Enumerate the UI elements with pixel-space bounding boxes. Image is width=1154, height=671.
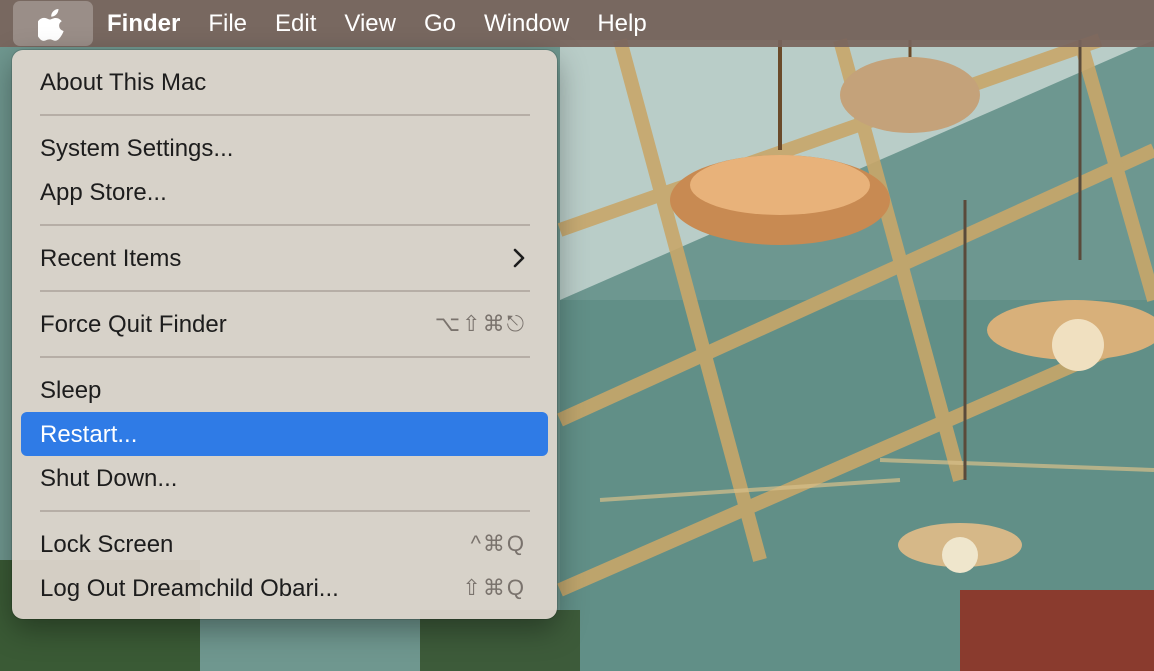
menu-separator xyxy=(40,356,530,358)
menu-item-label: Restart... xyxy=(40,421,138,448)
menu-item-sleep[interactable]: Sleep xyxy=(21,368,548,412)
menu-separator xyxy=(40,224,530,226)
menu-item-label: Lock Screen xyxy=(40,531,174,558)
menu-window[interactable]: Window xyxy=(477,1,576,46)
menu-separator xyxy=(40,510,530,512)
menu-item-label: Sleep xyxy=(40,377,102,404)
menu-go[interactable]: Go xyxy=(417,1,463,46)
menu-item-app-store[interactable]: App Store... xyxy=(21,170,548,214)
menu-item-label: Log Out Dreamchild Obari... xyxy=(40,575,339,602)
chevron-right-icon xyxy=(513,248,525,268)
menu-view[interactable]: View xyxy=(337,1,403,46)
menu-item-lock-screen[interactable]: Lock Screen ^⌘Q xyxy=(21,522,548,566)
menu-item-label: App Store... xyxy=(40,179,167,206)
menu-separator xyxy=(40,290,530,292)
apple-menu-dropdown: About This Mac System Settings... App St… xyxy=(12,50,557,619)
menu-item-label: Shut Down... xyxy=(40,465,178,492)
menu-help[interactable]: Help xyxy=(590,1,653,46)
menu-item-restart[interactable]: Restart... xyxy=(21,412,548,456)
keyboard-shortcut: ^⌘Q xyxy=(470,531,526,556)
menu-edit[interactable]: Edit xyxy=(268,1,323,46)
menu-item-about-this-mac[interactable]: About This Mac xyxy=(21,60,548,104)
menu-item-force-quit[interactable]: Force Quit Finder ⌥⇧⌘⎋ xyxy=(21,302,548,346)
menu-separator xyxy=(40,114,530,116)
apple-logo-icon xyxy=(38,8,64,41)
menu-item-label: Recent Items xyxy=(40,245,182,272)
menu-bar: Finder File Edit View Go Window Help xyxy=(0,0,1154,47)
keyboard-shortcut: ⌥⇧⌘⎋ xyxy=(434,311,526,336)
apple-menu-button[interactable] xyxy=(13,1,93,46)
menu-item-label: System Settings... xyxy=(40,135,234,162)
menu-item-shut-down[interactable]: Shut Down... xyxy=(21,456,548,500)
menu-item-log-out[interactable]: Log Out Dreamchild Obari... ⇧⌘Q xyxy=(21,566,548,610)
menu-file[interactable]: File xyxy=(201,1,254,46)
menu-item-recent-items[interactable]: Recent Items xyxy=(21,236,548,280)
keyboard-shortcut: ⇧⌘Q xyxy=(462,575,526,600)
menu-finder[interactable]: Finder xyxy=(100,1,187,46)
menu-item-system-settings[interactable]: System Settings... xyxy=(21,126,548,170)
menu-item-label: About This Mac xyxy=(40,69,207,96)
menu-item-label: Force Quit Finder xyxy=(40,311,227,338)
